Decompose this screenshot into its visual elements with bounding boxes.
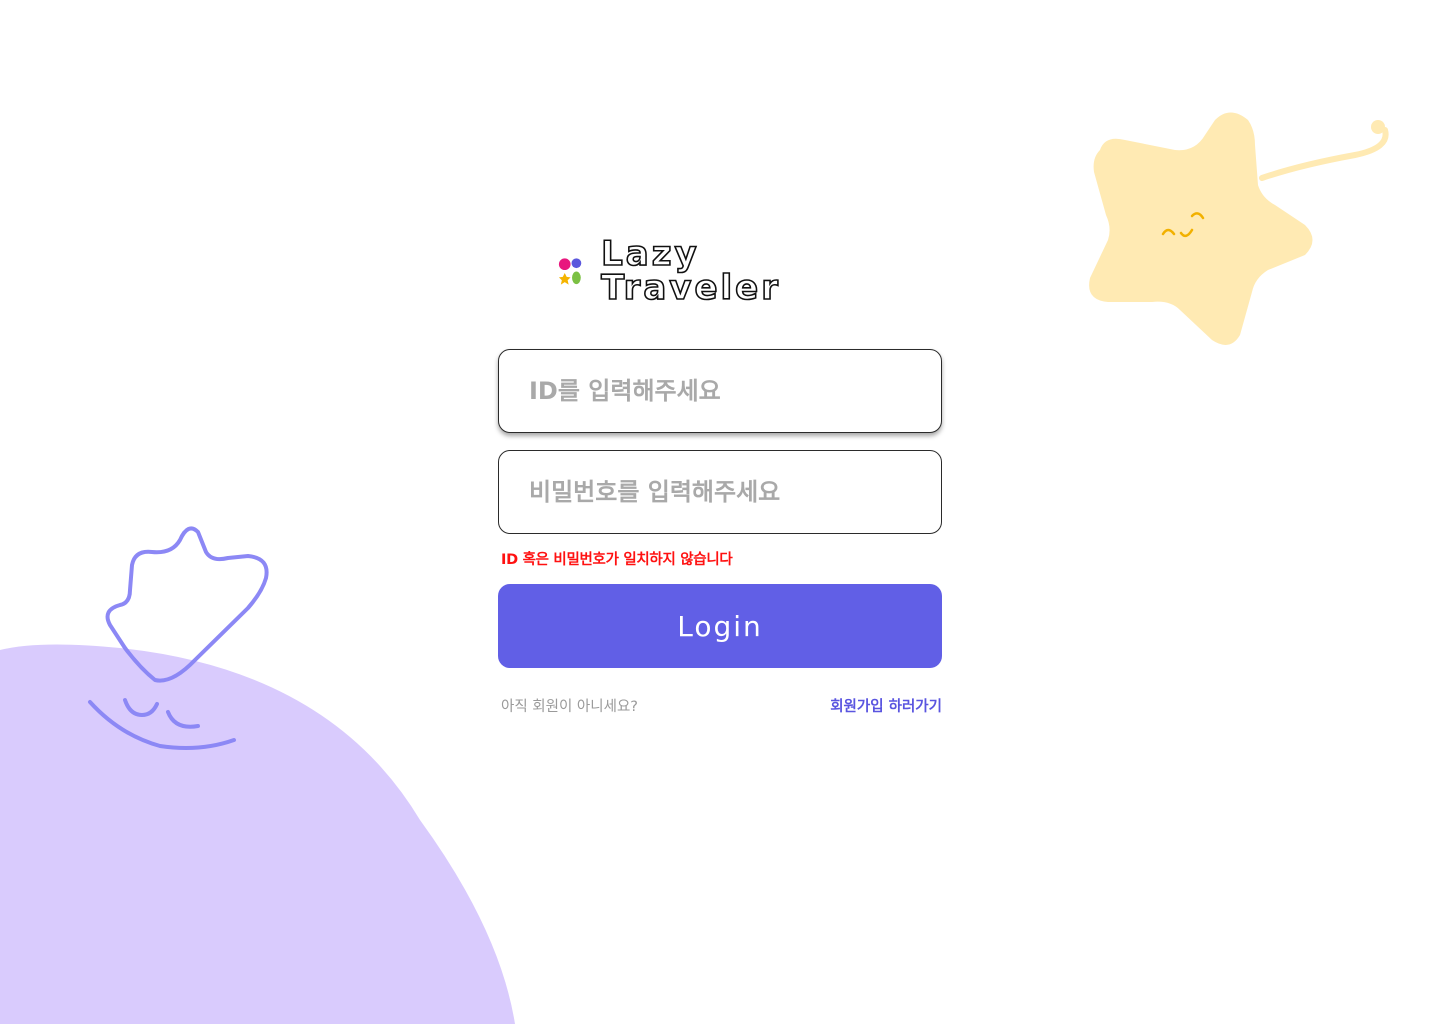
logo-dot-blue <box>571 258 582 269</box>
signup-prompt: 아직 회원이 아니세요? 회원가입 하러가기 <box>501 695 942 716</box>
sleepy-star-icon <box>1089 112 1389 345</box>
signup-question-text: 아직 회원이 아니세요? <box>501 699 638 715</box>
app-title: Lazy Traveler <box>600 234 782 308</box>
lavender-hill-shape <box>0 644 515 1024</box>
brand-logo-icon <box>558 258 582 285</box>
brand-header: Lazy Traveler <box>556 236 886 306</box>
login-error-message: ID 혹은 비밀번호가 일치하지 않습니다 <box>501 552 733 568</box>
logo-leaf-green <box>572 271 581 285</box>
id-input[interactable] <box>498 349 942 433</box>
signup-link[interactable]: 회원가입 하러가기 <box>830 695 942 716</box>
logo-star-yellow <box>558 272 571 285</box>
password-input[interactable] <box>498 450 942 534</box>
logo-dot-pink <box>558 258 571 271</box>
ghost-outline-icon <box>88 526 269 750</box>
login-button[interactable]: Login <box>498 584 942 668</box>
